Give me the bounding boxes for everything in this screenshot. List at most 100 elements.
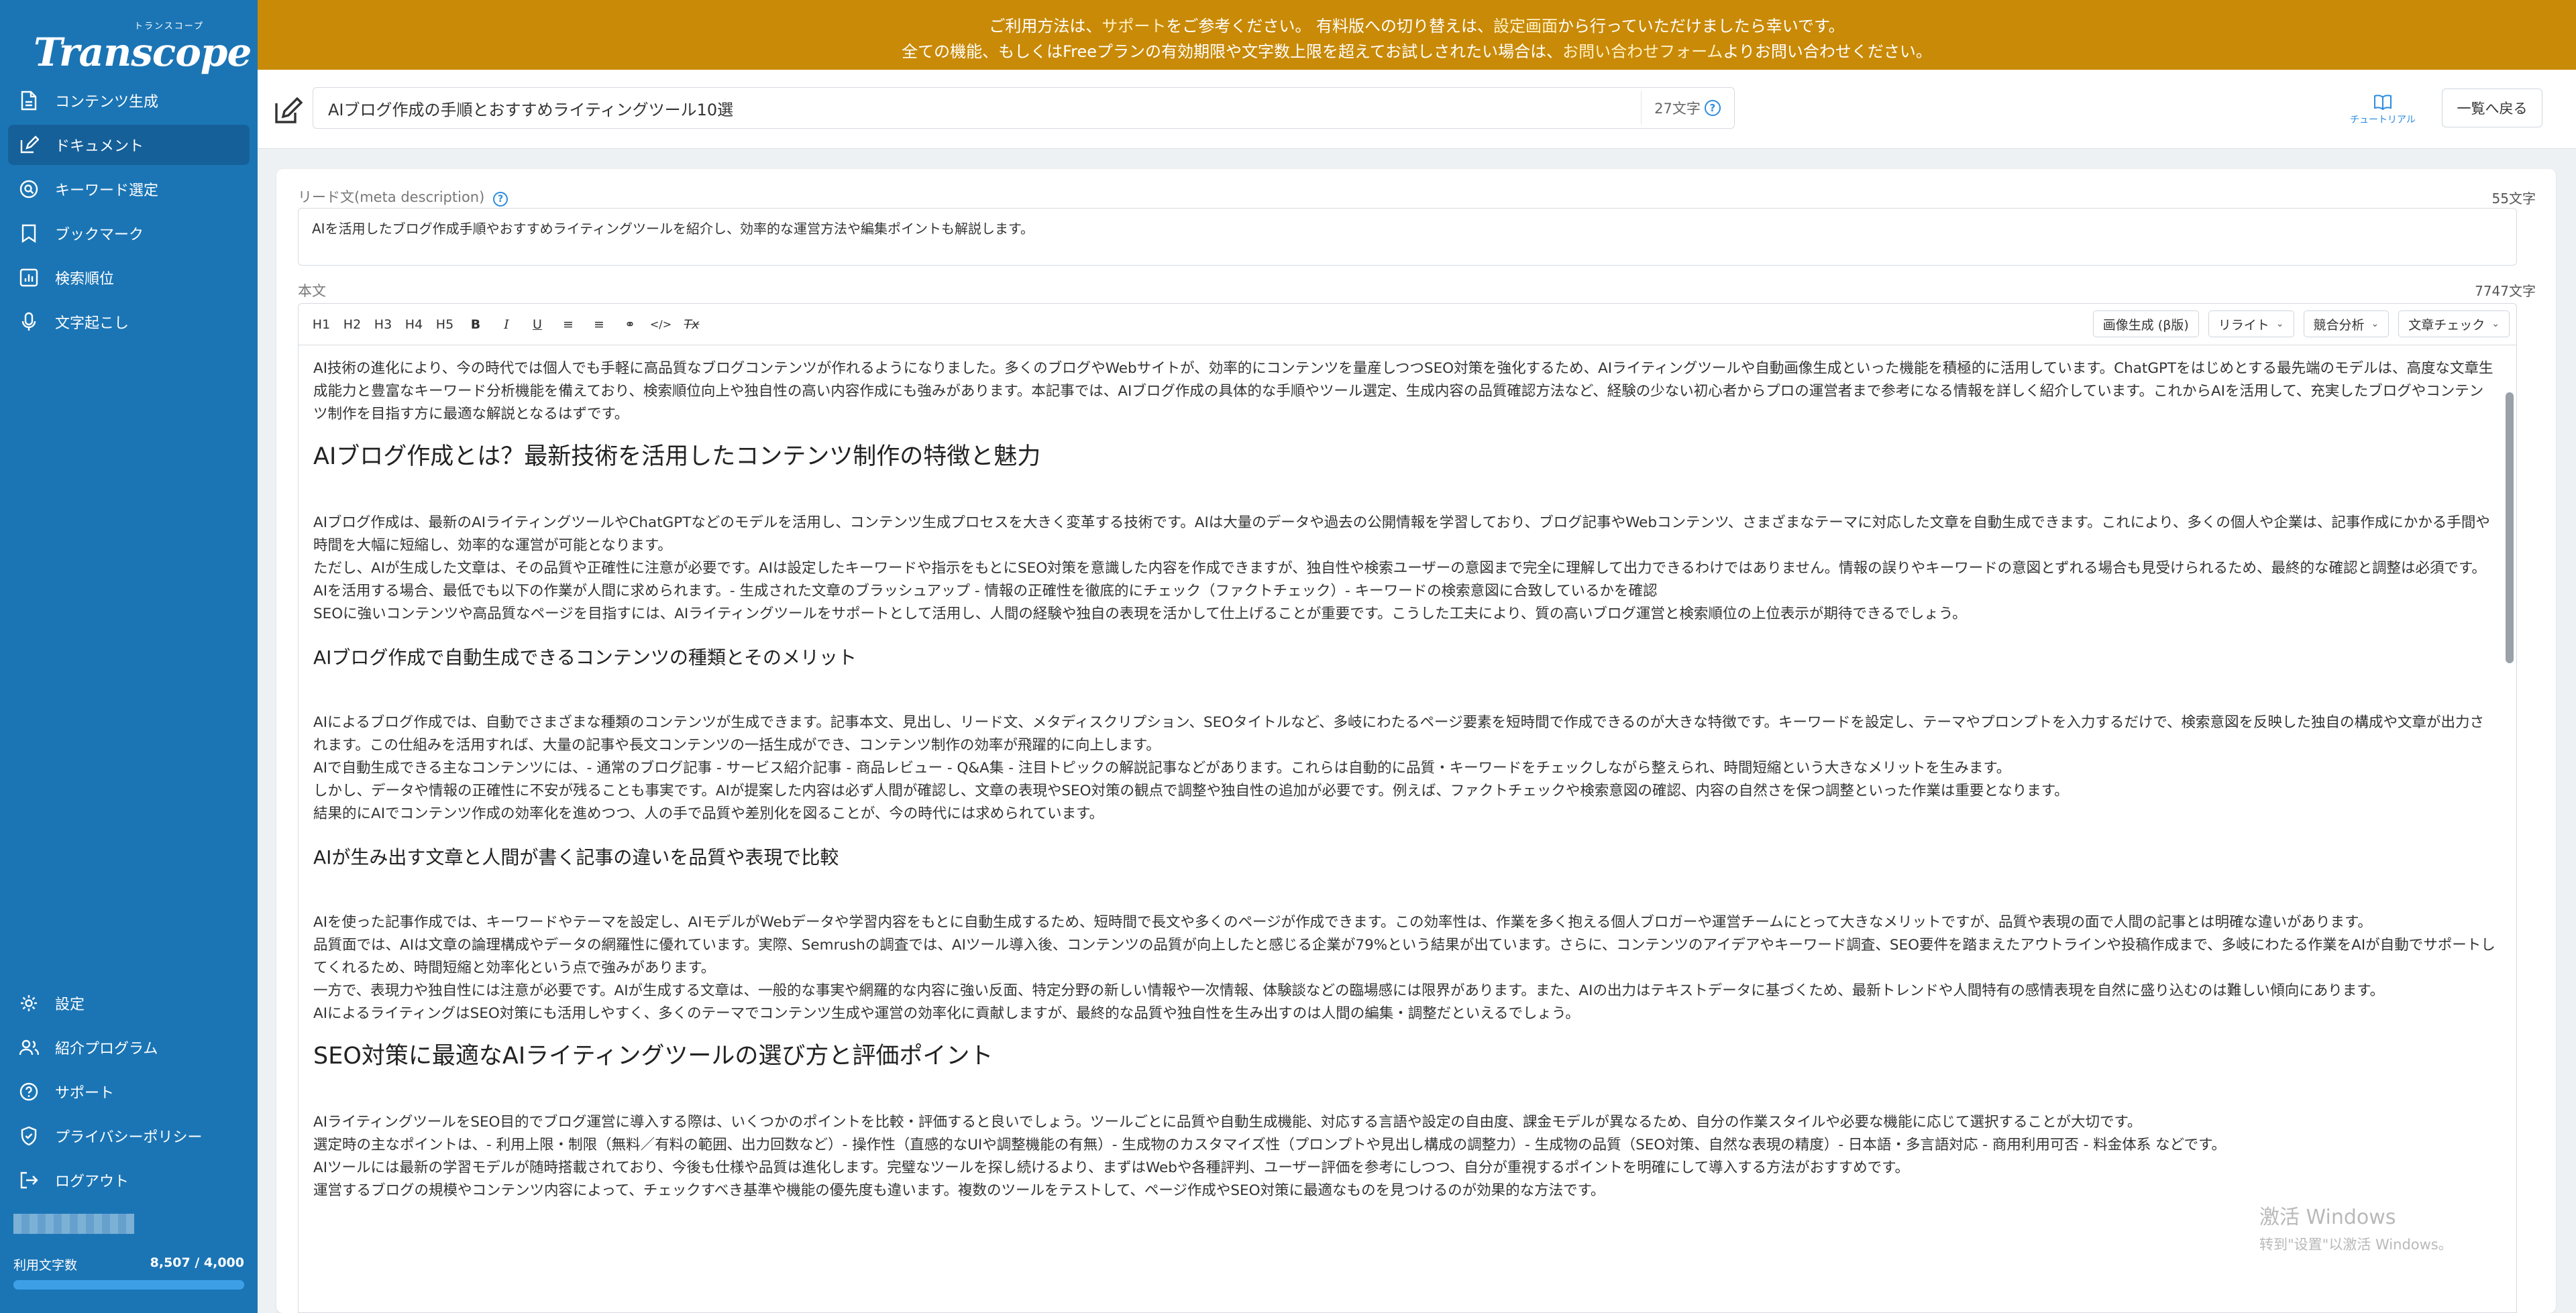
clear-format-icon[interactable]: Tx: [680, 311, 704, 338]
rewrite-dropdown[interactable]: リライト ⌄: [2208, 310, 2294, 337]
usage-meter: 利用文字数 8,507 / 4,000: [13, 1255, 244, 1290]
sidebar-item-settings[interactable]: 設定: [8, 983, 250, 1023]
help-icon[interactable]: ?: [493, 192, 508, 207]
pill-label: 競合分析: [2313, 317, 2365, 333]
sidebar-item-search-ranking[interactable]: 検索順位: [8, 258, 250, 298]
pen-icon: [17, 133, 40, 156]
book-icon: [2374, 95, 2392, 111]
paragraph: AIライティングツールをSEO目的でブログ運営に導入する際は、いくつかのポイント…: [313, 1114, 2142, 1131]
text-check-dropdown[interactable]: 文章チェック ⌄: [2398, 310, 2510, 337]
sidebar-item-support[interactable]: サポート: [8, 1072, 250, 1112]
windows-activation-watermark: 激活 Windows 转到"设置"以激活 Windows。: [2259, 1200, 2453, 1254]
file-icon: [17, 89, 40, 112]
settings-link[interactable]: 設定画面: [1493, 17, 1558, 36]
code-icon[interactable]: </>: [649, 311, 673, 338]
paragraph: AIブログ作成は、最新のAIライティングツールやChatGPTなどのモデルを活用…: [313, 514, 2490, 554]
sidebar-bottom-nav: 設定 紹介プログラム サポート プライバシーポリシー ログアウト: [8, 983, 250, 1204]
banner-text: よりお問い合わせください。: [1723, 42, 1932, 61]
article-editor[interactable]: AI技術の進化により、今の時代では個人でも手軽に高品質なブログコンテンツが作れる…: [298, 345, 2517, 1313]
back-to-list-button[interactable]: 一覧へ戻る: [2442, 89, 2542, 127]
users-icon: [17, 1036, 40, 1059]
bar-chart-icon: [17, 266, 40, 289]
underline-button[interactable]: U: [525, 311, 549, 338]
bullet-list-icon[interactable]: ≡: [587, 311, 611, 338]
paragraph: AIを活用する場合、最低でも以下の作業が人間に求められます。- 生成された文章の…: [313, 583, 1658, 600]
paragraph: AIツールには最新の学習モデルが随時搭載されており、今後も仕様や品質は進化します…: [313, 1159, 1909, 1176]
heading-4-button[interactable]: H4: [402, 311, 426, 338]
banner-line-2: 全ての機能、もしくはFreeプランの有効期限や文字数上限を超えてお試しされたい場…: [258, 39, 2576, 64]
image-generation-button[interactable]: 画像生成 (β版): [2092, 310, 2199, 337]
sidebar-item-label: ログアウト: [55, 1174, 129, 1190]
banner-line-1: ご利用方法は、サポートをご参考ください。 有料版への切り替えは、設定画面から行っ…: [258, 13, 2576, 39]
usage-progress-bar: [13, 1280, 244, 1290]
banner-text: をご参考ください。 有料版への切り替えは、: [1166, 17, 1493, 36]
paragraph: AIを使った記事作成では、キーワードやテーマを設定し、AIモデルがWebデータや…: [313, 914, 2372, 931]
sidebar-item-content-generation[interactable]: コンテンツ生成: [8, 80, 250, 121]
title-char-count: 27文字 ?: [1641, 91, 1733, 125]
title-count-text: 27文字: [1654, 101, 1701, 117]
meta-label-wrap: リード文(meta description) ?: [298, 186, 508, 207]
usage-progress-fill: [13, 1280, 244, 1290]
heading-h2: AIブログ作成とは？最新技術を活用したコンテンツ制作の特徴と魅力: [313, 443, 1041, 470]
paragraph: SEOに強いコンテンツや高品質なページを目指すには、AIライティングツールをサポ…: [313, 606, 1967, 622]
editor-actions: 画像生成 (β版) リライト ⌄ 競合分析 ⌄ 文章チェック ⌄: [2092, 310, 2510, 337]
document-title-input[interactable]: AIブログ作成の手順とおすすめライティングツール10選: [313, 87, 1735, 129]
tutorial-button[interactable]: チュートリアル: [2343, 94, 2423, 126]
paragraph: AIによるブログ作成では、自動でさまざまな種類のコンテンツが生成できます。記事本…: [313, 714, 2485, 754]
body-char-count: 7747文字: [2475, 283, 2536, 299]
banner-text: から行っていただけましたら幸いです。: [1557, 17, 1845, 36]
heading-2-button[interactable]: H2: [340, 311, 364, 338]
logo-text: Transcope: [34, 30, 252, 75]
sidebar-item-label: サポート: [55, 1085, 115, 1102]
italic-button[interactable]: I: [494, 311, 519, 338]
sidebar-item-label: 設定: [55, 996, 85, 1013]
sidebar-item-label: プライバシーポリシー: [55, 1129, 203, 1146]
notice-banner: ご利用方法は、サポートをご参考ください。 有料版への切り替えは、設定画面から行っ…: [258, 0, 2576, 70]
ordered-list-icon[interactable]: ≡: [556, 311, 580, 338]
paragraph: しかし、データや情報の正確性に不安が残ることも事実です。AIが提案した内容は必ず…: [313, 783, 2069, 799]
meta-char-count: 55文字: [2491, 190, 2536, 207]
microphone-icon: [17, 310, 40, 333]
sidebar-item-transcription[interactable]: 文字起こし: [8, 302, 250, 342]
sidebar-item-documents[interactable]: ドキュメント: [8, 125, 250, 165]
paragraph: ただし、AIが生成した文章は、その品質や正確性に注意が必要です。AIは設定したキ…: [313, 560, 2486, 577]
contact-form-link[interactable]: お問い合わせフォーム: [1562, 42, 1723, 61]
bookmark-icon: [17, 222, 40, 245]
support-link[interactable]: サポート: [1102, 17, 1166, 36]
usage-value: 8,507 / 4,000: [150, 1255, 244, 1270]
user-name-redacted: [13, 1214, 134, 1234]
paragraph: 選定時の主なポイントは、- 利用上限・制限（無料／有料の範囲、出力回数など）- …: [313, 1137, 2226, 1153]
chevron-down-icon: ⌄: [2275, 319, 2284, 329]
sidebar-item-keyword-selection[interactable]: キーワード選定: [8, 169, 250, 209]
sidebar-item-logout[interactable]: ログアウト: [8, 1160, 250, 1200]
meta-description-label: リード文(meta description): [298, 189, 485, 205]
editor-card: リード文(meta description) ? 55文字 AIを活用したブログ…: [276, 169, 2556, 1313]
meta-description-field[interactable]: AIを活用したブログ作成手順やおすすめライティングツールを紹介し、効率的な運営方…: [298, 208, 2517, 266]
help-icon[interactable]: ?: [1704, 100, 1721, 116]
heading-1-button[interactable]: H1: [309, 311, 333, 338]
heading-h3: AIブログ作成で自動生成できるコンテンツの種類とそのメリット: [313, 646, 857, 669]
heading-3-button[interactable]: H3: [371, 311, 395, 338]
sidebar-item-bookmarks[interactable]: ブックマーク: [8, 213, 250, 253]
app-logo[interactable]: トランスコープ Transcope: [34, 15, 252, 75]
sidebar-item-label: 文字起こし: [55, 315, 129, 332]
heading-h2: SEO対策に最適なAIライティングツールの選び方と評価ポイント: [313, 1043, 994, 1070]
document-header: AIブログ作成の手順とおすすめライティングツール10選 27文字 ? チュートリ…: [258, 70, 2576, 149]
paragraph: 一方で、表現力や独自性には注意が必要です。AIが生成する文章は、一般的な事実や網…: [313, 982, 2385, 999]
sidebar-item-label: ブックマーク: [55, 227, 144, 243]
logout-icon: [17, 1169, 40, 1192]
watermark-line-2: 转到"设置"以激活 Windows。: [2259, 1237, 2453, 1253]
pill-label: リライト: [2218, 317, 2269, 333]
editor-scrollbar[interactable]: [2506, 392, 2514, 663]
link-icon[interactable]: ⚭: [618, 311, 642, 338]
paragraph: 品質面では、AIは文章の論理構成やデータの網羅性に優れています。実際、Semru…: [313, 937, 2496, 976]
bold-button[interactable]: B: [464, 311, 488, 338]
gear-icon: [17, 992, 40, 1015]
sidebar-item-privacy-policy[interactable]: プライバシーポリシー: [8, 1116, 250, 1156]
competitor-analysis-dropdown[interactable]: 競合分析 ⌄: [2303, 310, 2390, 337]
pill-label: 画像生成 (β版): [2102, 317, 2189, 333]
paragraph: AIによるライティングはSEO対策にも活用しやすく、多くのテーマでコンテンツ生成…: [313, 1005, 1580, 1022]
banner-text: 全ての機能、もしくはFreeプランの有効期限や文字数上限を超えてお試しされたい場…: [902, 42, 1563, 61]
sidebar-item-referral[interactable]: 紹介プログラム: [8, 1027, 250, 1068]
heading-5-button[interactable]: H5: [433, 311, 457, 338]
